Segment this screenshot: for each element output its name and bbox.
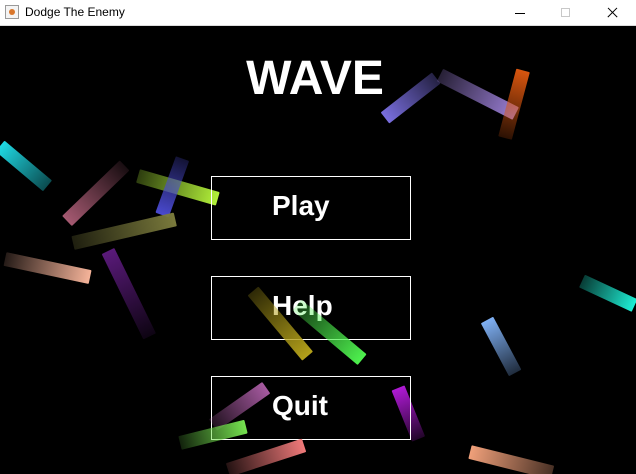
- enemy-trail: [225, 438, 307, 474]
- maximize-icon[interactable]: [543, 0, 589, 26]
- enemy-trail: [480, 316, 522, 377]
- close-icon[interactable]: [589, 0, 635, 26]
- java-app-icon: [5, 5, 19, 19]
- play-button[interactable]: Play: [211, 176, 411, 240]
- quit-button-label: Quit: [272, 390, 328, 421]
- enemy-trail: [468, 445, 555, 474]
- enemy-trail: [0, 140, 52, 192]
- minimize-icon[interactable]: [497, 0, 543, 26]
- window-title: Dodge The Enemy: [25, 5, 125, 19]
- enemy-trail: [579, 274, 636, 312]
- enemy-trail: [71, 212, 177, 250]
- enemy-trail: [101, 247, 156, 340]
- title-bar[interactable]: Dodge The Enemy: [0, 0, 636, 26]
- game-canvas[interactable]: WAVE Play Help Quit: [0, 26, 636, 474]
- enemy-trail: [3, 252, 92, 284]
- game-window: Dodge The Enemy WAVE Play Help Qui: [0, 0, 636, 474]
- wave-heading: WAVE: [246, 52, 384, 105]
- play-button-label: Play: [272, 190, 330, 221]
- enemy-trail: [62, 160, 130, 227]
